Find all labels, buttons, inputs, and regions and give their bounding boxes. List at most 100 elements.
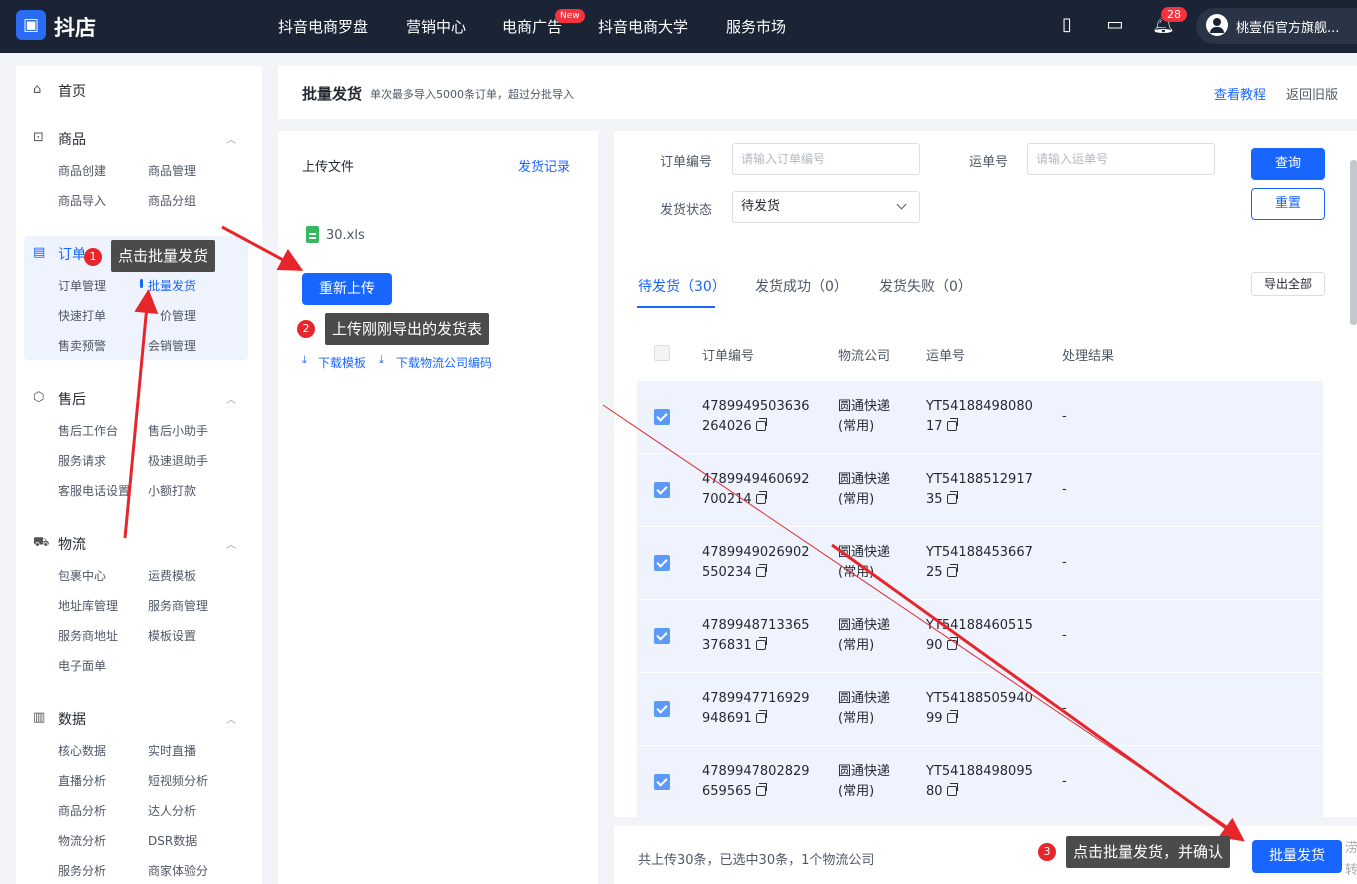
sidebar-item-e-waybill[interactable]: 电子面单 [58,657,106,674]
waybill-line1: YT54188512917 [926,472,1033,487]
sidebar-item-freight-template[interactable]: 运费模板 [148,567,196,584]
select-all-checkbox[interactable] [654,345,670,361]
chevron-up-icon[interactable]: ︿ [226,391,236,406]
row-checkbox[interactable] [654,482,670,498]
copy-icon[interactable] [946,783,958,796]
sidebar-item-provider-manage[interactable]: 服务商管理 [148,597,208,614]
sidebar-item-quick-print[interactable]: 快速打单 [58,307,106,324]
sidebar-item-fast-refund[interactable]: 极速退助手 [148,452,208,469]
download-icon[interactable]: ⤓ [302,353,307,367]
waybill-line1: YT54188460515 [926,618,1033,633]
copy-icon[interactable] [946,418,958,431]
copy-icon[interactable] [946,710,958,723]
export-all-button[interactable]: 导出全部 [1251,272,1325,296]
scrollbar[interactable] [1350,160,1357,325]
logo-text[interactable]: 抖店 [54,12,96,42]
sidebar-item-goods-import[interactable]: 商品导入 [58,192,106,209]
sidebar-item-template-settings[interactable]: 模板设置 [148,627,196,644]
sidebar-item-goods-group[interactable]: 商品分组 [148,192,196,209]
download-icon[interactable]: ⤓ [379,353,384,367]
sidebar-item-video-analysis[interactable]: 短视频分析 [148,772,208,789]
sidebar-item-influencer-analysis[interactable]: 达人分析 [148,802,196,819]
sidebar-item-provider-address[interactable]: 服务商地址 [58,627,118,644]
ship-status-select[interactable]: 待发货 [732,191,920,223]
row-checkbox[interactable] [654,774,670,790]
nav-service-market[interactable]: 服务市场 [726,16,786,37]
phone-icon[interactable]: ▯ [1056,14,1078,36]
copy-icon[interactable] [755,637,767,650]
copy-icon[interactable] [946,564,958,577]
sidebar-section-aftersale[interactable]: 售后 [58,389,86,409]
sidebar-item-goods-create[interactable]: 商品创建 [58,162,106,179]
copy-icon[interactable] [755,710,767,723]
waybill-line2: 80 [926,784,943,799]
sidebar-item-home[interactable]: 首页 [58,81,86,101]
message-icon[interactable]: ▭ [1104,14,1126,36]
sidebar-item-parcel-center[interactable]: 包裹中心 [58,567,106,584]
sidebar-item-price-manage[interactable]: 价管理 [160,307,196,324]
order-number-label: 订单编号 [660,155,713,170]
column-header-waybill: 运单号 [926,349,966,364]
sidebar-item-core-data[interactable]: 核心数据 [58,742,106,759]
tab-pending[interactable]: 待发货（30） [638,276,726,296]
reupload-button[interactable]: 重新上传 [302,273,392,305]
nav-marketing[interactable]: 营销中心 [406,16,466,37]
copy-icon[interactable] [946,491,958,504]
order-number-input[interactable]: 请输入订单编号 [732,143,920,175]
row-checkbox[interactable] [654,555,670,571]
back-to-old-link[interactable]: 返回旧版 [1286,84,1338,103]
sidebar-item-sale-alert[interactable]: 售卖预警 [58,337,106,354]
sidebar-item-batch-ship[interactable]: 批量发货 [148,277,196,294]
download-template-link[interactable]: 下载模板 [318,354,366,371]
sidebar-item-service-request[interactable]: 服务请求 [58,452,106,469]
copy-icon[interactable] [755,491,767,504]
tab-failed[interactable]: 发货失败（0） [879,276,972,296]
sidebar-section-orders[interactable]: 订单 [58,244,86,264]
sidebar-item-live-analysis[interactable]: 直播分析 [58,772,106,789]
sidebar-section-logistics[interactable]: 物流 [58,534,86,554]
username[interactable]: 桃壹佰官方旗舰... [1236,17,1339,36]
sidebar-section-data[interactable]: 数据 [58,709,86,729]
sidebar-item-live-realtime[interactable]: 实时直播 [148,742,196,759]
batch-ship-button[interactable]: 批量发货 [1252,840,1342,873]
nav-university[interactable]: 抖音电商大学 [598,16,688,37]
sidebar-item-goods-analysis[interactable]: 商品分析 [58,802,106,819]
row-checkbox[interactable] [654,701,670,717]
sidebar-item-cs-phone[interactable]: 客服电话设置 [58,482,130,499]
sidebar-item-dsr-data[interactable]: DSR数据 [148,832,197,849]
tutorial-link[interactable]: 查看教程 [1214,84,1266,103]
sidebar-item-order-manage[interactable]: 订单管理 [58,277,106,294]
query-button[interactable]: 查询 [1251,148,1325,180]
tab-success[interactable]: 发货成功（0） [755,276,848,296]
chevron-up-icon[interactable]: ︿ [226,131,236,146]
row-checkbox[interactable] [654,628,670,644]
download-codes-link[interactable]: 下载物流公司编码 [396,354,492,371]
avatar-icon[interactable] [1206,14,1228,36]
sidebar-item-small-payment[interactable]: 小额打款 [148,482,196,499]
sidebar-item-service-analysis[interactable]: 服务分析 [58,862,106,879]
sidebar-item-goods-manage[interactable]: 商品管理 [148,162,196,179]
order-number-cell: 4789947716929 948691 [702,689,810,729]
sidebar-item-logistics-analysis[interactable]: 物流分析 [58,832,106,849]
copy-icon[interactable] [755,783,767,796]
copy-icon[interactable] [755,418,767,431]
sidebar-item-aftersale-helper[interactable]: 售后小助手 [148,422,208,439]
sidebar-section-goods[interactable]: 商品 [58,129,86,149]
column-header-company: 物流公司 [838,349,891,364]
sidebar-item-address-book[interactable]: 地址库管理 [58,597,118,614]
ship-record-link[interactable]: 发货记录 [518,156,570,175]
sidebar-item-member-sales[interactable]: 会销管理 [148,337,196,354]
uploaded-file-name[interactable]: 30.xls [326,228,365,243]
row-checkbox[interactable] [654,409,670,425]
logo-icon[interactable]: ▣ [16,10,46,40]
chevron-up-icon[interactable]: ︿ [226,711,236,726]
sidebar-item-merchant-experience[interactable]: 商家体验分 [148,862,208,879]
nav-compass[interactable]: 抖音电商罗盘 [278,16,368,37]
nav-ads[interactable]: 电商广告 [502,16,562,37]
reset-button[interactable]: 重置 [1251,188,1325,220]
sidebar-item-aftersale-desk[interactable]: 售后工作台 [58,422,118,439]
waybill-input[interactable]: 请输入运单号 [1027,143,1215,175]
copy-icon[interactable] [755,564,767,577]
copy-icon[interactable] [946,637,958,650]
chevron-up-icon[interactable]: ︿ [226,536,236,551]
